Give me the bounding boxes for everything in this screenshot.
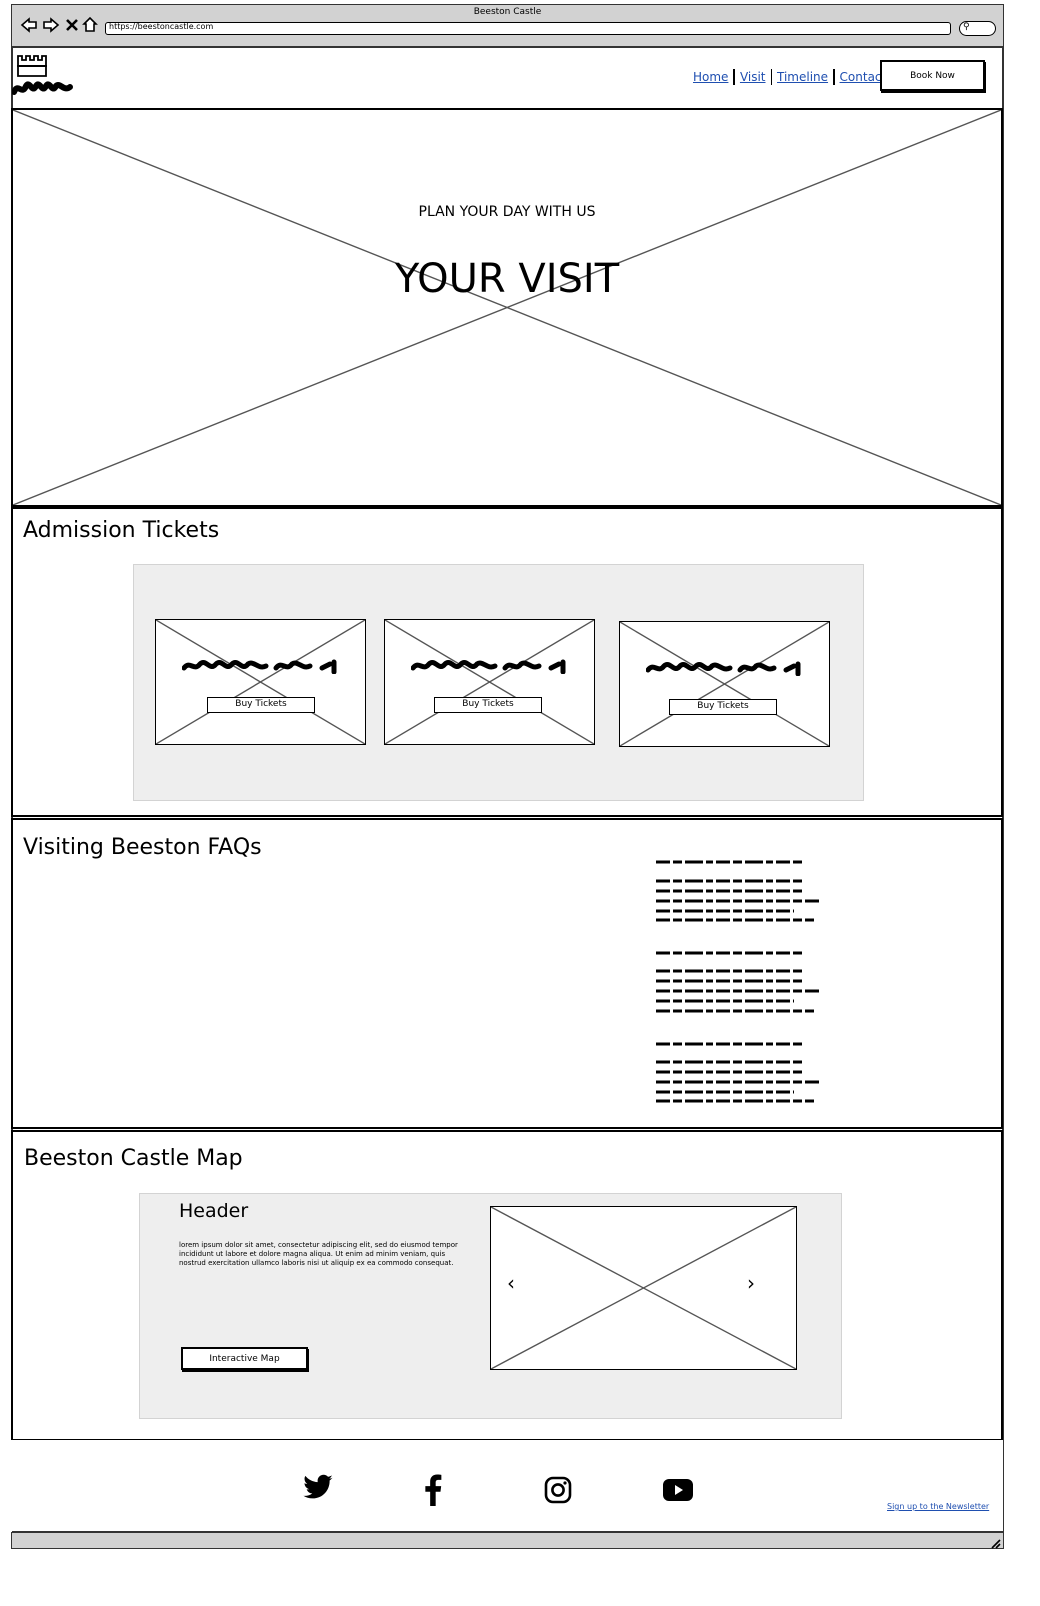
buy-tickets-button[interactable]: Buy Tickets — [207, 697, 315, 713]
ticket-title-scribble — [182, 659, 337, 674]
carousel-next-icon[interactable]: › — [747, 1271, 755, 1295]
ticket-card: Buy Tickets — [384, 619, 595, 745]
footer — [11, 1440, 1003, 1532]
map-panel-header: Header — [179, 1200, 249, 1222]
faq-text-scribble — [656, 860, 819, 1103]
interactive-map-button[interactable]: Interactive Map — [181, 1347, 308, 1370]
forward-icon[interactable] — [42, 16, 60, 34]
youtube-icon[interactable] — [663, 1478, 693, 1502]
back-icon[interactable] — [20, 16, 38, 34]
carousel-prev-icon[interactable]: ‹ — [507, 1271, 515, 1295]
book-now-button[interactable]: Book Now — [880, 60, 985, 91]
buy-tickets-button[interactable]: Buy Tickets — [669, 699, 777, 715]
nav-visit[interactable]: Visit — [740, 70, 766, 84]
close-icon[interactable] — [65, 17, 79, 31]
newsletter-link[interactable]: Sign up to the Newsletter — [887, 1502, 989, 1511]
ticket-title-scribble — [646, 661, 801, 676]
ticket-title-scribble — [411, 659, 566, 674]
map-heading: Beeston Castle Map — [24, 1146, 243, 1171]
ticket-card: Buy Tickets — [619, 621, 830, 747]
hero-image-placeholder — [13, 110, 1001, 505]
hero-section — [11, 108, 1003, 507]
hero-eyebrow: PLAN YOUR DAY WITH US — [418, 204, 596, 220]
ticket-image-placeholder — [385, 620, 594, 744]
map-panel-text: lorem ipsum dolor sit amet, consectetur … — [179, 1241, 458, 1267]
buy-tickets-button[interactable]: Buy Tickets — [434, 697, 542, 713]
ticket-image-placeholder — [620, 622, 829, 746]
search-field[interactable]: ⚲ — [959, 21, 996, 36]
logo[interactable] — [11, 52, 74, 100]
search-icon: ⚲ — [963, 22, 970, 32]
ticket-card: Buy Tickets — [155, 619, 366, 745]
instagram-icon[interactable] — [544, 1476, 572, 1504]
url-text: https://beestoncastle.com — [109, 22, 214, 31]
nav-timeline[interactable]: Timeline — [777, 70, 828, 84]
twitter-icon[interactable] — [302, 1474, 334, 1502]
facebook-icon[interactable] — [423, 1474, 443, 1506]
window-title: Beeston Castle — [473, 7, 542, 17]
faqs-section — [11, 818, 1003, 1129]
nav-separator — [770, 68, 773, 85]
map-carousel: ‹ › — [490, 1206, 797, 1370]
faqs-heading: Visiting Beeston FAQs — [23, 835, 262, 860]
main-nav: Home Visit Timeline Contact — [693, 66, 886, 86]
tickets-heading: Admission Tickets — [23, 518, 220, 543]
address-bar[interactable]: https://beestoncastle.com — [105, 22, 951, 35]
home-icon[interactable] — [82, 16, 98, 33]
hero-title: YOUR VISIT — [394, 256, 620, 302]
browser-statusbar — [12, 1531, 1003, 1548]
ticket-image-placeholder — [156, 620, 365, 744]
resize-grip-icon[interactable] — [989, 1534, 1001, 1549]
nav-separator — [733, 68, 735, 85]
nav-home[interactable]: Home — [693, 70, 728, 84]
nav-separator — [833, 68, 835, 85]
